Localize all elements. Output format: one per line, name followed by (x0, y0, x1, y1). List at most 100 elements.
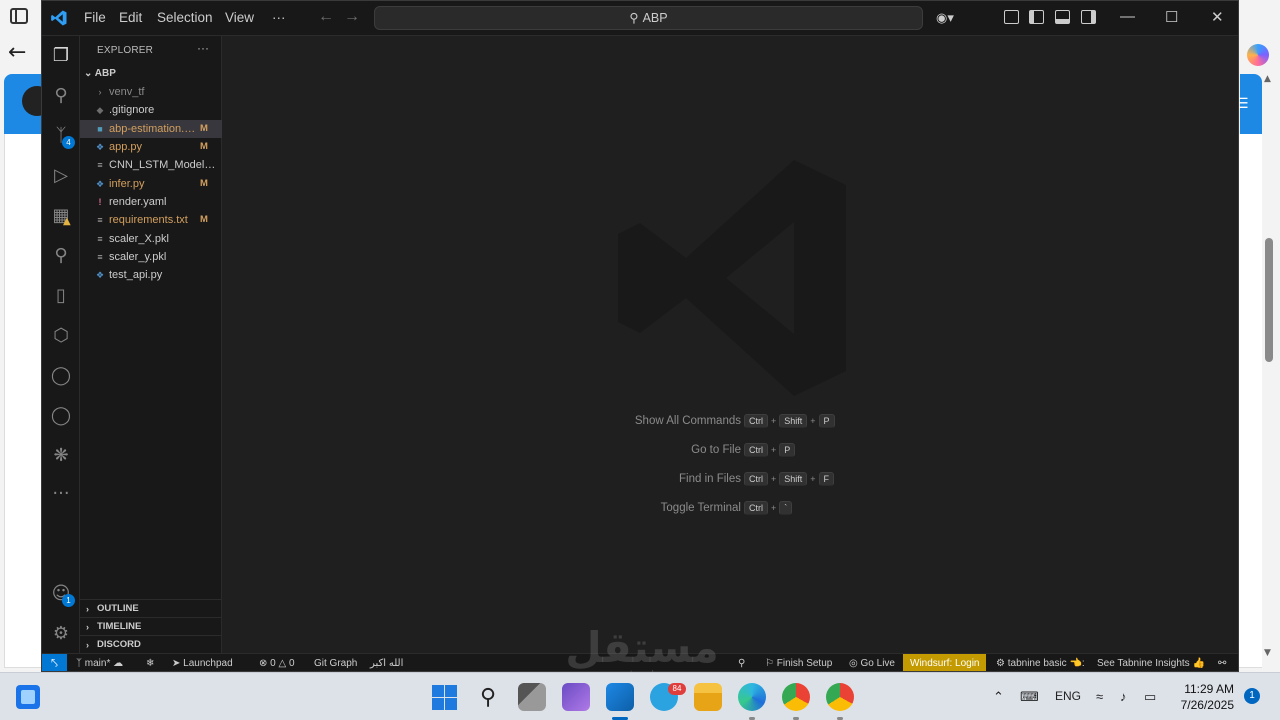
tree-item-requirements[interactable]: ≡ requirements.txt M (80, 211, 222, 229)
run-debug-icon[interactable]: ▷ (49, 164, 73, 188)
bookmark-icon[interactable]: ▯ (49, 284, 73, 308)
tree-item-label: abp-estimation.ipynb (109, 123, 197, 135)
input-language[interactable]: ENG (1055, 689, 1081, 703)
maximize-icon[interactable]: ☐ (1165, 8, 1178, 26)
zoom-status-icon[interactable]: ⚲ (738, 654, 745, 671)
git-graph-icon[interactable]: ◯ (49, 364, 73, 388)
tree-item-venv[interactable]: › venv_tf (80, 83, 222, 101)
go-live-status[interactable]: ◎ Go Live (849, 654, 895, 671)
file-explorer-icon[interactable] (694, 683, 722, 711)
settings-gear-icon[interactable]: ⚙ (49, 622, 73, 646)
close-icon[interactable]: ✕ (1211, 8, 1224, 26)
tree-item-scaler-y[interactable]: ≡ scaler_y.pkl (80, 248, 222, 266)
browser-tab-actions-icon[interactable] (10, 8, 28, 24)
menu-edit[interactable]: Edit (119, 10, 142, 25)
chrome-profile-icon[interactable] (826, 683, 854, 711)
nav-back-icon[interactable]: ← (318, 8, 334, 26)
scroll-up-icon[interactable]: ▲ (1264, 74, 1271, 84)
hint-keys: Ctrl + P (744, 443, 797, 457)
browser-back-icon[interactable]: ← (8, 40, 26, 65)
outline-section[interactable]: › OUTLINE (80, 599, 222, 617)
menu-more[interactable]: ··· (272, 10, 286, 25)
minimize-icon[interactable]: — (1120, 8, 1135, 25)
toggle-primary-sidebar-icon[interactable] (1029, 10, 1044, 24)
start-button[interactable] (430, 683, 458, 711)
git-graph-status[interactable]: Git Graph (314, 654, 357, 671)
tree-item-infer-py[interactable]: ❖ infer.py M (80, 175, 222, 193)
workspace-root[interactable]: ⌄ ABP (84, 68, 116, 79)
vscode-taskbar-icon[interactable] (606, 683, 634, 711)
containers-icon[interactable]: ⬡ (49, 324, 73, 348)
windsurf-login-status[interactable]: Windsurf: Login (903, 654, 987, 671)
hint-show-all-commands[interactable]: Show All Commands Ctrl + Shift + P (562, 414, 962, 432)
tree-item-model[interactable]: ≡ CNN_LSTM_Model_2... (80, 156, 222, 174)
gitlens-icon[interactable]: ◯ (49, 404, 73, 428)
tree-item-app-py[interactable]: ❖ app.py M (80, 138, 222, 156)
discord-section[interactable]: › DISCORD (80, 635, 222, 653)
scrollbar-thumb[interactable] (1265, 238, 1273, 362)
editor-area[interactable]: Show All Commands Ctrl + Shift + P Go to Fil… (222, 36, 1238, 653)
more-views-icon[interactable]: ··· (49, 482, 73, 506)
toggle-panel-icon[interactable] (1055, 10, 1070, 24)
hint-find-in-files[interactable]: Find in Files Ctrl + Shift + F (562, 472, 962, 490)
keyboard-icon[interactable]: ⌨ (1020, 689, 1039, 705)
tree-item-render-yaml[interactable]: ! render.yaml (80, 193, 222, 211)
remote-indicator-icon[interactable]: ⤣ (42, 654, 67, 671)
testing-icon[interactable]: ⚲ (49, 244, 73, 268)
chrome-icon[interactable] (782, 683, 810, 711)
battery-icon[interactable]: ▭ (1144, 689, 1156, 705)
menu-view[interactable]: View (225, 10, 254, 25)
volume-icon[interactable]: ♪ (1120, 689, 1127, 704)
nav-forward-icon[interactable]: → (344, 8, 360, 26)
hint-go-to-file[interactable]: Go to File Ctrl + P (562, 443, 962, 461)
hint-toggle-terminal[interactable]: Toggle Terminal Ctrl + ` (562, 501, 962, 519)
search-icon: ⚲ (629, 11, 639, 25)
problems-status[interactable]: ⊗ 0 △ 0 (259, 654, 295, 671)
tree-item-label: infer.py (109, 178, 145, 190)
visual-studio-icon[interactable] (562, 683, 590, 711)
copilot-chat-icon[interactable]: ◉▾ (936, 10, 954, 26)
branch-status[interactable]: ᛉ main* ☁ (76, 654, 123, 671)
tree-item-notebook[interactable]: ■ abp-estimation.ipynb M (80, 120, 222, 138)
menu-selection[interactable]: Selection (157, 10, 213, 25)
hint-label: Toggle Terminal (660, 502, 741, 514)
toggle-secondary-sidebar-icon[interactable] (1081, 10, 1096, 24)
notifications-bell-icon[interactable]: ⚯ (1218, 654, 1226, 671)
copilot-icon[interactable] (1247, 44, 1269, 66)
chevron-right-icon: › (86, 640, 89, 650)
chatgpt-icon[interactable]: ❋ (49, 444, 73, 468)
menu-file[interactable]: File (84, 10, 106, 25)
timeline-section[interactable]: › TIMELINE (80, 617, 222, 635)
notification-badge[interactable]: 1 (1244, 688, 1260, 704)
scroll-down-icon[interactable]: ▼ (1264, 648, 1271, 658)
tree-item-scaler-x[interactable]: ≡ scaler_X.pkl (80, 230, 222, 248)
edge-icon[interactable] (738, 683, 766, 711)
yaml-file-icon: ! (98, 197, 102, 207)
system-clock[interactable]: 11:29 AM 7/26/2025 (1172, 681, 1234, 713)
explorer-icon[interactable]: ❐ (49, 44, 73, 68)
title-bar: File Edit Selection View ··· ← → ⚲ ABP ◉▾… (42, 1, 1238, 36)
search-label: ABP (642, 11, 668, 25)
tabnine-status[interactable]: ⚙ tabnine basic 👈: (996, 654, 1085, 671)
command-center-search[interactable]: ⚲ ABP (374, 6, 923, 30)
show-hidden-icons-icon[interactable]: ⌃ (993, 689, 1004, 705)
tree-item-gitignore[interactable]: ◆ .gitignore (80, 101, 222, 119)
customize-layout-icon[interactable] (1004, 10, 1019, 24)
tree-item-test-api[interactable]: ❖ test_api.py (80, 266, 222, 284)
tabnine-insights-status[interactable]: See Tabnine Insights 👍 (1097, 654, 1205, 671)
activity-bar: ❐ ⚲ ᛉ 4 ▷ ▦ ▲ ⚲ ▯ ⬡ ◯ ◯ ❋ ··· ☺ 1 ⚙ (42, 36, 80, 653)
tree-item-label: .gitignore (109, 104, 155, 116)
wifi-icon[interactable]: ≈ (1096, 689, 1103, 704)
search-view-icon[interactable]: ⚲ (49, 84, 73, 108)
launchpad-status[interactable]: ➤ Launchpad (172, 654, 233, 671)
explorer-sidebar: EXPLORER ··· ⌄ ABP › venv_tf ◆ .gitignor… (80, 36, 222, 653)
finish-setup-status[interactable]: ⚐ Finish Setup (765, 654, 832, 671)
vscode-watermark-icon (618, 160, 846, 396)
debug-status-icon[interactable]: ❄ (146, 654, 154, 671)
search-icon[interactable]: ⚲ (474, 683, 502, 711)
task-view-icon[interactable] (518, 683, 546, 711)
explorer-more-actions[interactable]: ··· (197, 41, 209, 55)
arabic-status[interactable]: الله اكبر (370, 654, 403, 671)
browser-scrollbar[interactable]: ▲ ▼ (1262, 72, 1276, 672)
widgets-icon[interactable] (16, 685, 40, 709)
